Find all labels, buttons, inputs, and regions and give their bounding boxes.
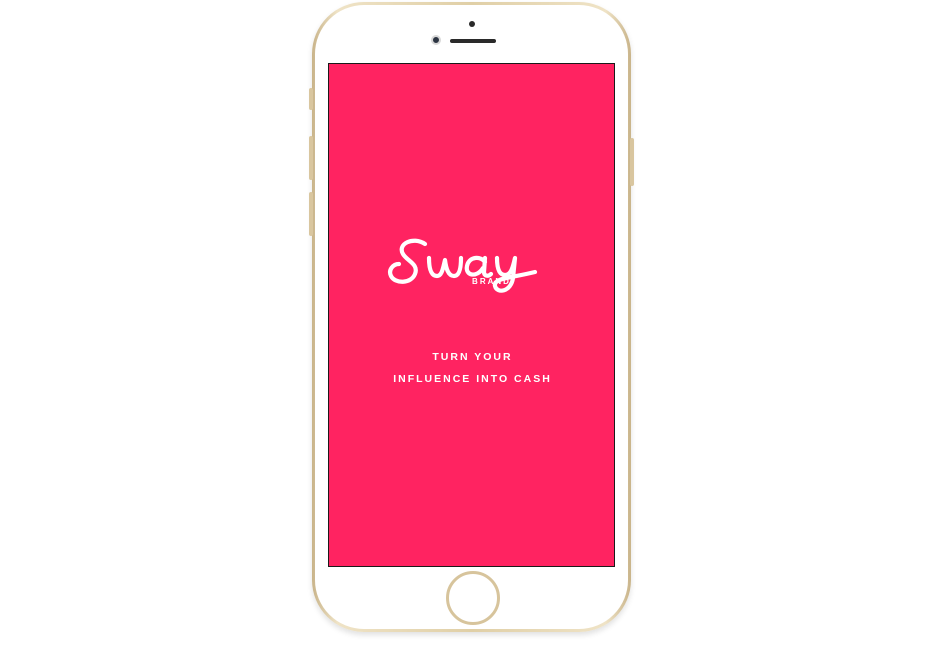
mute-switch xyxy=(309,88,313,110)
volume-up-button xyxy=(309,136,313,180)
sway-logo xyxy=(385,234,560,304)
proximity-sensor xyxy=(469,21,475,27)
earpiece-speaker xyxy=(450,39,496,43)
phone-face: BRAND TURN YOUR INFLUENCE INTO CASH xyxy=(315,5,628,629)
splash-screen[interactable]: BRAND TURN YOUR INFLUENCE INTO CASH xyxy=(328,63,615,567)
camera-icon xyxy=(431,35,441,45)
brand-subtitle: BRAND xyxy=(472,277,511,286)
tagline-line-1: TURN YOUR xyxy=(432,351,513,363)
device-mockup: BRAND TURN YOUR INFLUENCE INTO CASH xyxy=(0,0,943,660)
power-button xyxy=(630,138,634,186)
sway-logo-mark xyxy=(388,238,538,293)
volume-down-button xyxy=(309,192,313,236)
home-button-icon[interactable] xyxy=(446,571,500,625)
phone-frame: BRAND TURN YOUR INFLUENCE INTO CASH xyxy=(309,2,634,632)
tagline-line-2: INFLUENCE INTO CASH xyxy=(393,373,552,385)
